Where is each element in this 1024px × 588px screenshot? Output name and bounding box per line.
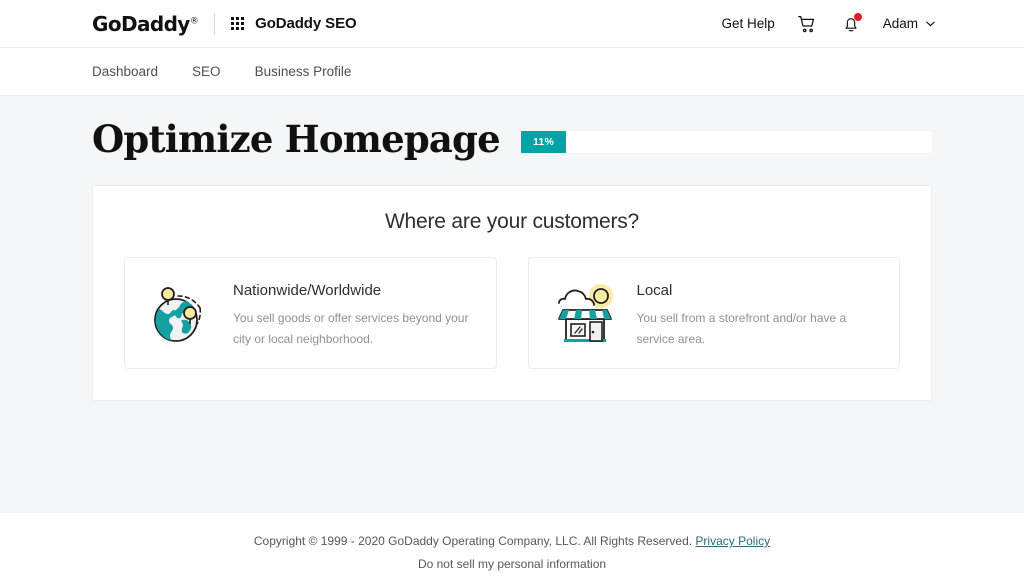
option-card-local[interactable]: Local You sell from a storefront and/or … [527, 257, 900, 369]
option-text-local: Local You sell from a storefront and/or … [637, 276, 877, 350]
primary-nav: Dashboard SEO Business Profile [0, 48, 1024, 96]
do-not-sell-link[interactable]: Do not sell my personal information [0, 553, 1024, 576]
grid-dots-icon[interactable] [231, 17, 245, 30]
get-help-link[interactable]: Get Help [721, 16, 774, 31]
godaddy-logo-trademark: ® [189, 15, 199, 26]
progress-bar-fill: 11% [520, 130, 567, 153]
nav-item-business-profile[interactable]: Business Profile [255, 64, 352, 79]
privacy-policy-link[interactable]: Privacy Policy [695, 534, 770, 548]
godaddy-logo-text: GoDaddy [92, 11, 190, 36]
option-description: You sell goods or offer services beyond … [233, 311, 469, 346]
option-card-nationwide-worldwide[interactable]: Nationwide/Worldwide You sell goods or o… [124, 257, 497, 369]
title-row: Optimize Homepage 11% [92, 96, 932, 158]
option-list: Nationwide/Worldwide You sell goods or o… [124, 257, 900, 369]
brand-divider [214, 12, 216, 35]
notification-badge [853, 12, 862, 21]
option-title: Nationwide/Worldwide [233, 282, 382, 299]
question-panel: Where are your customers? Nationwide/Wor… [92, 185, 932, 401]
storefront-icon [549, 276, 621, 348]
footer-copyright-line: Copyright © 1999 - 2020 GoDaddy Operatin… [0, 530, 1024, 553]
shopping-cart-icon[interactable] [795, 12, 819, 36]
brand-group: GoDaddy® GoDaddy SEO [92, 12, 357, 36]
page-footer: Copyright © 1999 - 2020 GoDaddy Operatin… [0, 513, 1024, 588]
option-text-nationwide-worldwide: Nationwide/Worldwide You sell goods or o… [233, 276, 473, 350]
option-description: You sell from a storefront and/or have a… [636, 311, 847, 346]
chevron-down-icon [926, 21, 935, 27]
option-title: Local [636, 282, 673, 299]
account-menu[interactable]: Adam [883, 16, 936, 31]
nav-item-dashboard[interactable]: Dashboard [92, 64, 158, 79]
globe-with-pins-icon [145, 276, 217, 348]
app-header: GoDaddy® GoDaddy SEO Get Help Adam [0, 0, 1024, 48]
header-actions: Get Help Adam [721, 12, 936, 36]
nav-item-seo[interactable]: SEO [192, 64, 221, 79]
page-title: Optimize Homepage [92, 117, 501, 161]
godaddy-logo[interactable]: GoDaddy® [92, 11, 199, 36]
progress-percent-label: 11% [532, 135, 554, 148]
progress-bar: 11% [520, 130, 932, 153]
footer-copyright-text: Copyright © 1999 - 2020 GoDaddy Operatin… [253, 534, 693, 549]
panel-heading: Where are your customers? [384, 210, 640, 233]
bell-icon[interactable] [839, 12, 863, 36]
account-name: Adam [882, 16, 918, 31]
app-name: GoDaddy SEO [255, 15, 357, 32]
main-content: Optimize Homepage 11% Where are your cus… [0, 96, 1024, 401]
